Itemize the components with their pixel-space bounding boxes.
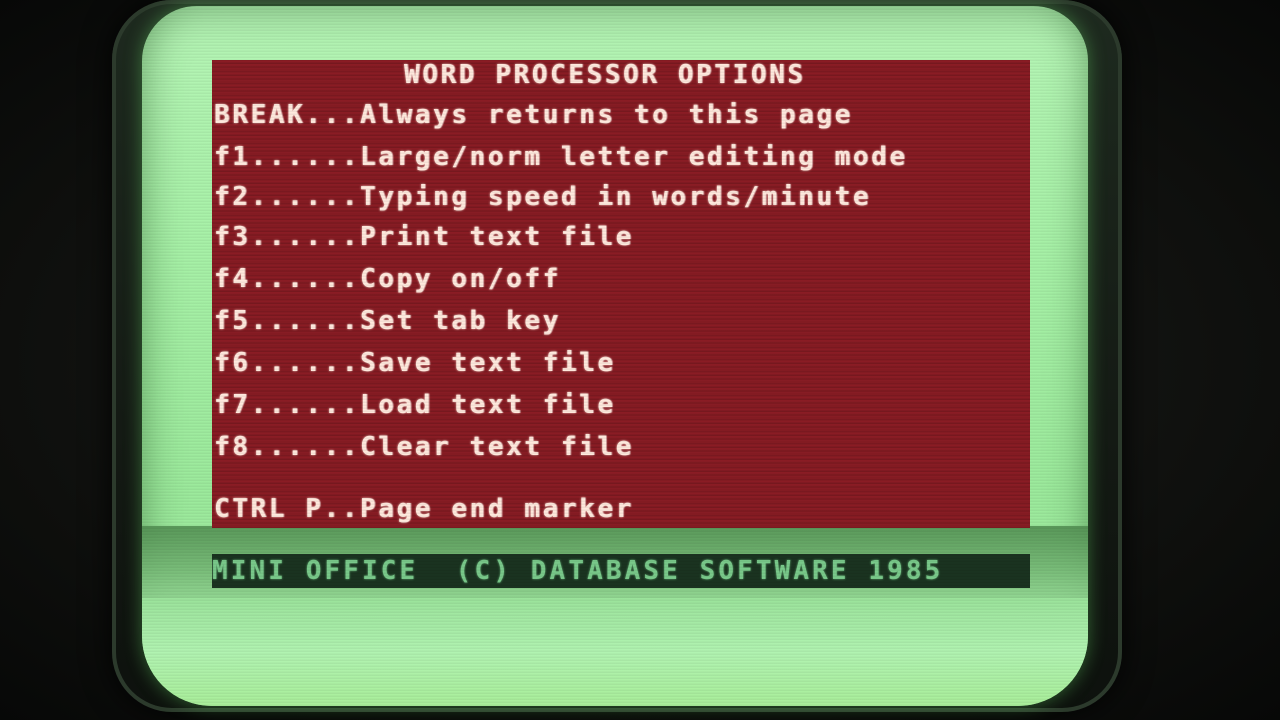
menu-item-key: f2...... xyxy=(214,182,361,212)
menu-item-key: f5...... xyxy=(214,306,361,336)
menu-item-label: Clear text file xyxy=(360,432,634,462)
menu-item-f4[interactable]: f4......Copy on/off xyxy=(214,264,561,294)
menu-item-f1[interactable]: f1......Large/norm letter editing mode xyxy=(214,142,908,172)
menu-item-key: f3...... xyxy=(214,222,361,252)
menu-item-key: f8...... xyxy=(214,432,361,462)
menu-item-label: Load text file xyxy=(360,390,616,420)
menu-item-f7[interactable]: f7......Load text file xyxy=(214,390,616,420)
copyright-text: MINI OFFICE (C) DATABASE SOFTWARE 1985 xyxy=(212,556,944,586)
menu-item-label: Save text file xyxy=(360,348,616,378)
crt-screen: WORD PROCESSOR OPTIONS BREAK...Always re… xyxy=(142,6,1088,706)
menu-item-key: CTRL P.. xyxy=(214,494,361,524)
page-title: WORD PROCESSOR OPTIONS xyxy=(404,60,806,90)
menu-item-key: f6...... xyxy=(214,348,361,378)
status-bar: MINI OFFICE (C) DATABASE SOFTWARE 1985 xyxy=(212,554,1030,588)
menu-item-f5[interactable]: f5......Set tab key xyxy=(214,306,561,336)
menu-item-key: f4...... xyxy=(214,264,361,294)
screen-bottom-glow xyxy=(142,598,1088,706)
menu-item-label: Copy on/off xyxy=(360,264,561,294)
menu-item-label: Typing speed in words/minute xyxy=(360,182,872,212)
menu-item-ctrl-p[interactable]: CTRL P..Page end marker xyxy=(214,494,634,524)
menu-item-f3[interactable]: f3......Print text file xyxy=(214,222,634,252)
menu-item-f6[interactable]: f6......Save text file xyxy=(214,348,616,378)
menu-item-label: Print text file xyxy=(360,222,634,252)
menu-item-key: BREAK... xyxy=(214,100,361,130)
menu-item-key: f1...... xyxy=(214,142,361,172)
menu-item-label: Set tab key xyxy=(360,306,561,336)
menu-item-label: Always returns to this page xyxy=(360,100,853,130)
menu-item-label: Page end marker xyxy=(360,494,634,524)
menu-item-break[interactable]: BREAK...Always returns to this page xyxy=(214,100,853,130)
menu-item-label: Large/norm letter editing mode xyxy=(360,142,908,172)
menu-item-key: f7...... xyxy=(214,390,361,420)
menu-item-f2[interactable]: f2......Typing speed in words/minute xyxy=(214,182,871,212)
menu-item-f8[interactable]: f8......Clear text file xyxy=(214,432,634,462)
